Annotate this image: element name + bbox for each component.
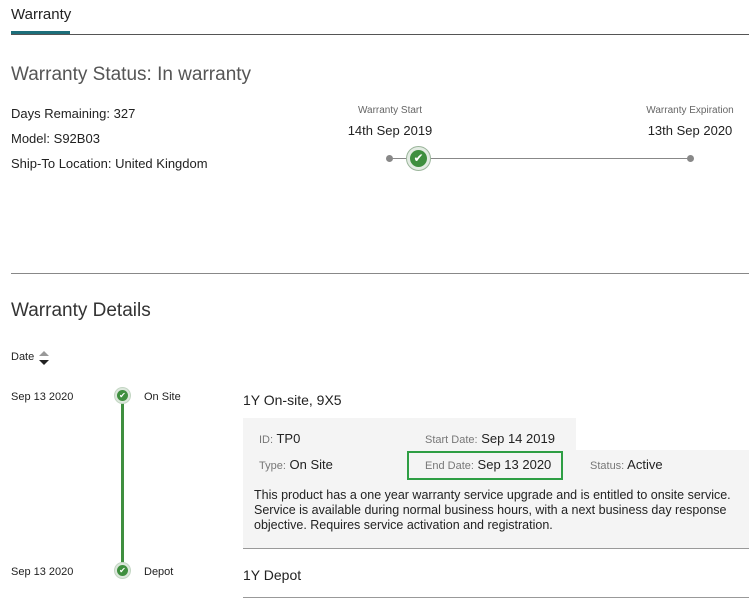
start-date-field: Start Date: Sep 14 2019 bbox=[425, 431, 555, 446]
tab-warranty[interactable]: Warranty bbox=[11, 6, 71, 23]
section-divider bbox=[11, 273, 749, 274]
end-date-value: Sep 13 2020 bbox=[477, 457, 552, 472]
location-value: United Kingdom bbox=[115, 156, 208, 171]
location-label: Ship-To Location: bbox=[11, 156, 112, 171]
card-notch bbox=[576, 418, 749, 450]
warranty-expiration-date: 13th Sep 2020 bbox=[647, 123, 733, 138]
start-date-label: Start Date: bbox=[425, 434, 478, 446]
check-icon: ✔ bbox=[117, 565, 128, 576]
sort-arrows-icon[interactable] bbox=[39, 351, 49, 367]
tab-bar-divider bbox=[11, 34, 749, 35]
days-remaining-value: 327 bbox=[113, 106, 136, 121]
warranty-details-title: Warranty Details bbox=[11, 300, 151, 321]
model-label: Model: bbox=[11, 131, 51, 146]
type-field: Type: On Site bbox=[259, 457, 333, 472]
model-value: S92B03 bbox=[53, 131, 100, 146]
row-type: Depot bbox=[144, 566, 174, 578]
current-position-marker: ✔ bbox=[406, 146, 431, 171]
check-icon: ✔ bbox=[410, 150, 427, 167]
sort-by-date-button[interactable]: Date bbox=[11, 351, 34, 363]
row-type: On Site bbox=[144, 391, 181, 403]
row-divider bbox=[243, 597, 749, 598]
tab-bar: Warranty bbox=[0, 0, 749, 35]
check-icon: ✔ bbox=[117, 390, 128, 401]
id-value: TP0 bbox=[276, 431, 301, 446]
timeline-node: ✔ bbox=[114, 562, 131, 579]
timeline-start-dot bbox=[386, 155, 393, 162]
id-field: ID: TP0 bbox=[259, 431, 300, 446]
end-date-label: End Date: bbox=[425, 460, 474, 472]
start-date-value: Sep 14 2019 bbox=[481, 431, 555, 446]
ship-to-location: Ship-To Location: United Kingdom bbox=[11, 156, 208, 171]
warranty-status-title: Warranty Status: In warranty bbox=[11, 64, 252, 85]
warranty-item-title[interactable]: 1Y Depot bbox=[243, 567, 301, 583]
id-label: ID: bbox=[259, 434, 274, 446]
sort-descending-icon bbox=[39, 360, 49, 365]
row-date: Sep 13 2020 bbox=[11, 566, 74, 578]
details-timeline-line bbox=[121, 398, 124, 572]
warranty-start-date: 14th Sep 2019 bbox=[347, 123, 433, 138]
status-value: Active bbox=[627, 457, 663, 472]
end-date-field: End Date: Sep 13 2020 bbox=[425, 457, 551, 472]
warranty-expiration-label: Warranty Expiration bbox=[646, 105, 734, 116]
status-label: Status: bbox=[590, 460, 625, 472]
type-label: Type: bbox=[259, 460, 286, 472]
warranty-start-label: Warranty Start bbox=[357, 105, 423, 116]
type-value: On Site bbox=[289, 457, 333, 472]
days-remaining: Days Remaining: 327 bbox=[11, 106, 135, 121]
status-field: Status: Active bbox=[590, 457, 663, 472]
warranty-description: This product has a one year warranty ser… bbox=[254, 488, 731, 532]
model: Model: S92B03 bbox=[11, 131, 100, 146]
days-remaining-label: Days Remaining: bbox=[11, 106, 110, 121]
warranty-item-title[interactable]: 1Y On-site, 9X5 bbox=[243, 392, 342, 408]
timeline-end-dot bbox=[687, 155, 694, 162]
row-date: Sep 13 2020 bbox=[11, 391, 74, 403]
warranty-progress-line bbox=[389, 158, 690, 159]
sort-ascending-icon bbox=[39, 351, 49, 356]
timeline-node: ✔ bbox=[114, 387, 131, 404]
